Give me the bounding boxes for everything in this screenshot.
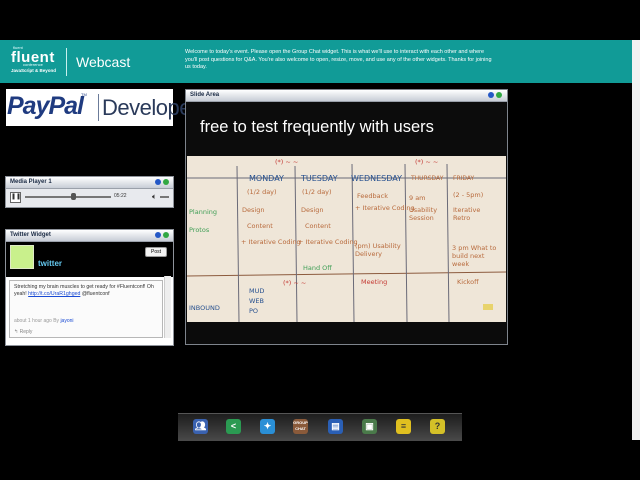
board-note: (*) ~ ~ (415, 158, 439, 166)
tweet-user-link[interactable]: jayoni (60, 318, 73, 324)
twitter-logo: twitter (38, 259, 62, 268)
board-note: (*) ~ ~ (283, 279, 307, 287)
maximize-icon[interactable] (163, 232, 169, 238)
minimize-icon[interactable] (155, 232, 161, 238)
slide-caption: free to test frequently with users (200, 118, 434, 136)
board-note: (1/2 day) (247, 188, 277, 196)
developer-label: Developer (102, 95, 198, 120)
tweet-card: Stretching my brain muscles to get ready… (9, 280, 163, 338)
board-note: (pm) Usability Delivery (355, 242, 401, 258)
board-note: (*) ~ ~ (275, 158, 299, 166)
board-note: Meeting (361, 278, 388, 286)
board-note: + Iterative Coding (355, 204, 415, 212)
board-note: PO (249, 307, 259, 315)
board-note: Usability Session (409, 206, 438, 222)
board-note: Iterative Retro (453, 206, 481, 222)
seek-handle[interactable] (71, 193, 77, 200)
board-note: + Iterative Coding (298, 238, 358, 246)
page-title: Webcast (76, 54, 131, 70)
twitter-bird-icon[interactable]: ✦ (260, 419, 275, 434)
minimize-icon[interactable] (488, 92, 494, 98)
maximize-icon[interactable] (496, 92, 502, 98)
logo-tagline: JavaScript & Beyond (11, 68, 57, 73)
board-day: WEDNESDAY (351, 174, 402, 183)
photo-icon[interactable]: ▣ (362, 419, 377, 434)
board-note: Design (301, 206, 324, 214)
maximize-icon[interactable] (163, 179, 169, 185)
tweet-scrollbar[interactable] (164, 276, 171, 338)
board-note: Feedback (357, 192, 388, 200)
board-day: TUESDAY (301, 174, 338, 183)
tweet-link[interactable]: http://t.co/UraR1ghged (28, 291, 80, 297)
notes-icon[interactable]: ≡ (396, 419, 411, 434)
slide-area-titlebar[interactable]: Slide Area (186, 90, 507, 102)
board-day: MONDAY (249, 174, 284, 183)
slide-footer (186, 322, 507, 344)
post-button[interactable]: Post (145, 247, 167, 257)
paypal-logo: PayPal (7, 92, 84, 120)
reply-icon: ↰ (14, 329, 19, 335)
board-note: Hand Off (303, 264, 332, 272)
media-player-title: Media Player 1 (10, 179, 52, 185)
header-bar: fluent fluent conference JavaScript & Be… (0, 40, 632, 83)
board-note: Design (242, 206, 265, 214)
slide-area-title: Slide Area (190, 92, 220, 98)
group-chat-icon[interactable]: GROUP CHAT (293, 419, 308, 434)
reply-link[interactable]: ↰ Reply (14, 329, 32, 335)
share-icon[interactable]: < (226, 419, 241, 434)
tweet-body: Stretching my brain muscles to get ready… (14, 284, 160, 297)
tweet-by: By (53, 318, 60, 324)
board-note: Planning (189, 208, 217, 216)
tweet-meta: about 1 hour ago By jayoni (14, 318, 74, 324)
board-note: Content (247, 222, 273, 230)
reply-label: Reply (19, 329, 33, 335)
slides-icon[interactable]: ▤ (328, 419, 343, 434)
slide-area-widget: Slide Area free to test frequently with … (185, 89, 508, 345)
board-note: (2 - 5pm) (453, 191, 484, 199)
board-note: Protos (189, 226, 210, 234)
pause-button[interactable]: ❚❚ (10, 192, 21, 203)
media-player-widget: Media Player 1 ❚❚ 05:22 🔈︎ (5, 176, 174, 208)
board-note: 3 pm What to build next week (452, 244, 497, 268)
widget-toolbar: 👥︎ < ✦ GROUP CHAT ▤ ▣ ≡ ? (178, 413, 462, 441)
board-note: (1/2 day) (302, 188, 332, 196)
whiteboard-photo: (*) ~ ~ (*) ~ ~ MONDAY TUESDAY WEDNESDAY… (187, 156, 506, 322)
people-icon[interactable]: 👥︎ (193, 419, 208, 434)
page-scrollbar[interactable] (632, 40, 640, 440)
help-icon[interactable]: ? (430, 419, 445, 434)
paypal-tm: TM (81, 92, 87, 97)
minimize-icon[interactable] (155, 179, 161, 185)
avatar (10, 245, 34, 269)
board-note: MUD (249, 287, 265, 295)
media-time: 05:22 (114, 193, 127, 199)
board-note: INBOUND (189, 304, 220, 312)
twitter-widget-title: Twitter Widget (10, 232, 51, 238)
seek-bar[interactable] (25, 196, 111, 198)
board-day: FRIDAY (453, 175, 475, 182)
header-divider (66, 48, 67, 76)
board-note: + Iterative Coding (241, 238, 301, 246)
volume-slider[interactable] (160, 196, 169, 198)
tweet-time: about 1 hour ago (14, 318, 52, 324)
media-player-titlebar[interactable]: Media Player 1 (6, 177, 173, 189)
board-note: Content (305, 222, 331, 230)
board-note: Kickoff (457, 278, 479, 286)
twitter-header: twitter Post (6, 242, 173, 277)
board-note: WEB (249, 297, 264, 305)
sponsor-divider (98, 94, 99, 121)
board-note: 9 am (409, 194, 426, 202)
logo-conference-text: conference (23, 62, 43, 67)
board-day: THURSDAY (411, 175, 444, 182)
twitter-widget-titlebar[interactable]: Twitter Widget (6, 230, 173, 242)
tweet-handle: @fluentconf (81, 290, 110, 297)
volume-icon[interactable]: 🔈︎ (152, 192, 157, 202)
welcome-message: Welcome to today's event. Please open th… (185, 49, 492, 70)
sponsor-banner[interactable]: PayPal TM Developer (6, 89, 198, 126)
twitter-widget: Twitter Widget twitter Post Stretching m… (5, 229, 174, 346)
